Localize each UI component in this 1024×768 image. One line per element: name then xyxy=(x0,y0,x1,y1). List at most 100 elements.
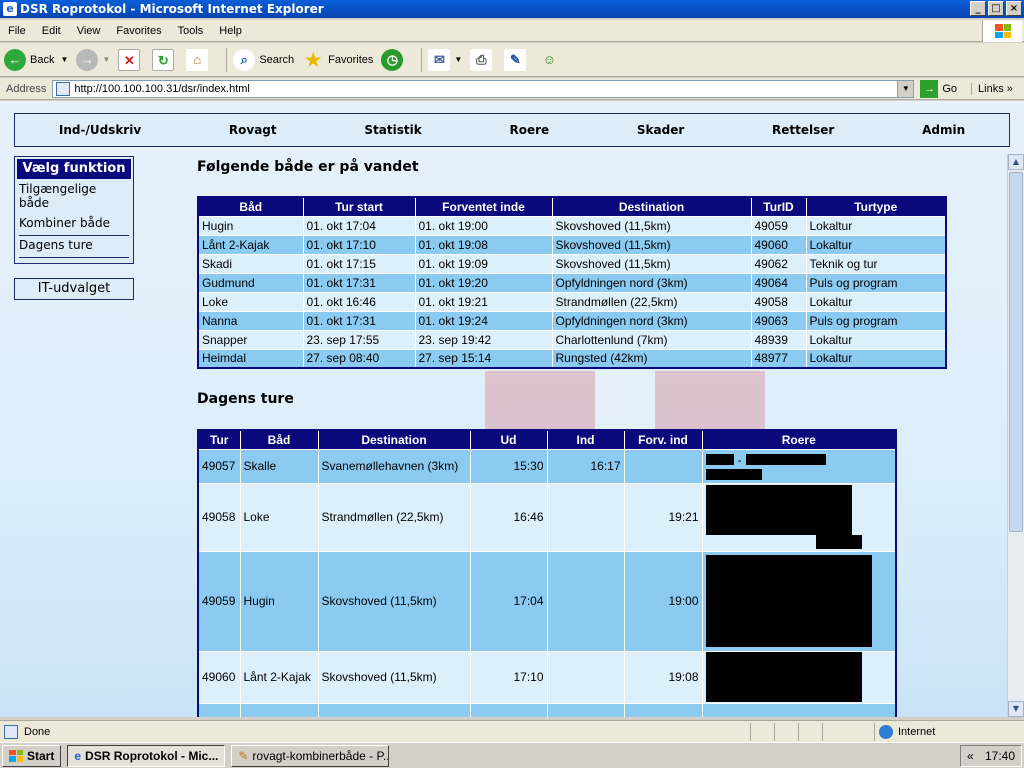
table-row[interactable]: Heimdal 27. sep 08:40 27. sep 15:14 Rungste… xyxy=(197,348,947,369)
sidebar-item-kombiner-baade[interactable]: Kombiner både xyxy=(15,213,133,233)
table-row[interactable]: 49057 Skalle Svanemøllehavnen (3km) 15:3… xyxy=(197,448,897,484)
menu-view[interactable]: View xyxy=(69,25,109,37)
search-button[interactable]: ⌕ Search xyxy=(233,48,294,71)
todays-trips-title: Dagens ture xyxy=(197,391,294,407)
cell: Lokaltur xyxy=(805,215,947,236)
table-row[interactable]: 49059 Hugin Skovshoved (11,5km) 17:04 19… xyxy=(197,550,897,652)
print-button[interactable]: ⎙ xyxy=(470,48,496,71)
minimize-button[interactable]: _ xyxy=(970,1,986,16)
cell: 01. okt 19:00 xyxy=(414,215,553,236)
scroll-down-arrow-icon[interactable]: ▼ xyxy=(1008,701,1024,717)
refresh-button[interactable]: ↻ xyxy=(152,48,178,71)
table-row[interactable]: Gudmund 01. okt 17:31 01. okt 19:20 Opfyldn… xyxy=(197,272,947,293)
forward-dropdown-icon[interactable]: ▼ xyxy=(102,55,110,64)
tray-expand-icon[interactable]: « xyxy=(967,749,974,763)
taskbar-item-ie[interactable]: e DSR Roprotokol - Mic... xyxy=(67,744,226,767)
go-button[interactable]: → Go xyxy=(920,79,957,98)
table-row[interactable]: Skadi 01. okt 17:15 01. okt 19:09 Skovshove… xyxy=(197,253,947,274)
edit-icon: ✎ xyxy=(504,48,527,71)
refresh-icon: ↻ xyxy=(152,48,175,71)
cell: 16:46 xyxy=(469,482,548,552)
forward-button[interactable]: → ▼ xyxy=(76,48,110,71)
address-bar: Address http://100.100.100.31/dsr/index.… xyxy=(0,78,1024,100)
col-baad: Båd xyxy=(239,429,319,450)
page-done-icon xyxy=(4,724,18,739)
table-row[interactable]: Hugin 01. okt 17:04 01. okt 19:00 Skovshove… xyxy=(197,215,947,236)
nav-statistik[interactable]: Statistik xyxy=(364,123,421,137)
favorites-button[interactable]: ★ Favorites xyxy=(302,49,373,71)
table-row[interactable]: Nanna 01. okt 17:31 01. okt 19:24 Opfyldnin… xyxy=(197,310,947,331)
cell: Rungsted (42km) xyxy=(551,348,752,369)
paint-icon: ✎ xyxy=(238,748,249,763)
stop-button[interactable]: ✕ xyxy=(118,48,144,71)
status-text: Done xyxy=(24,725,51,738)
back-label: Back xyxy=(30,53,55,66)
boats-on-water-table: Båd Tur start Forventet inde Destination… xyxy=(197,196,947,369)
cell xyxy=(546,482,625,552)
back-dropdown-icon[interactable]: ▼ xyxy=(60,55,68,64)
table-row[interactable] xyxy=(197,702,897,717)
vertical-scrollbar[interactable]: ▲ ▼ xyxy=(1007,154,1024,717)
table-row[interactable]: 49058 Loke Strandmøllen (22,5km) 16:46 1… xyxy=(197,482,897,552)
cell: Puls og program xyxy=(805,310,947,331)
sidebar-item-dagens-ture[interactable]: Dagens ture xyxy=(15,238,133,255)
cell: Skadi xyxy=(197,253,304,274)
rowers-cell xyxy=(701,550,897,652)
toolbar-separator xyxy=(421,47,423,72)
status-bar: Done Internet xyxy=(0,720,1024,742)
start-button[interactable]: Start xyxy=(2,744,62,767)
toolbar-separator xyxy=(226,47,228,72)
col-baad: Båd xyxy=(197,196,304,217)
messenger-icon: ☺ xyxy=(542,51,556,67)
cell: 27. sep 15:14 xyxy=(414,348,553,369)
cell: Skovshoved (11,5km) xyxy=(551,234,752,255)
history-button[interactable]: ◷ xyxy=(381,48,407,71)
nav-rettelser[interactable]: Rettelser xyxy=(772,123,834,137)
maximize-button[interactable]: □ xyxy=(988,1,1004,16)
close-button[interactable]: × xyxy=(1006,1,1022,16)
table-row[interactable]: Loke 01. okt 16:46 01. okt 19:21 Strandmøll… xyxy=(197,291,947,312)
table-row[interactable]: Lånt 2-Kajak 01. okt 17:10 01. okt 19:08 Sk… xyxy=(197,234,947,255)
rowers-cell xyxy=(701,482,897,552)
redacted-name xyxy=(705,454,734,465)
address-dropdown-icon[interactable]: ▼ xyxy=(897,80,914,97)
ie-icon: e xyxy=(74,748,82,763)
menu-file[interactable]: File xyxy=(0,25,34,37)
table-row[interactable]: Snapper 23. sep 17:55 23. sep 19:42 Charlot… xyxy=(197,329,947,350)
edit-button[interactable]: ✎ xyxy=(504,48,530,71)
it-udvalget-button[interactable]: IT-udvalget xyxy=(14,278,134,300)
address-input[interactable]: http://100.100.100.31/dsr/index.html ▼ xyxy=(52,79,915,98)
cell: 48939 xyxy=(750,329,807,350)
menu-favorites[interactable]: Favorites xyxy=(108,25,169,37)
mail-button[interactable]: ✉ ▼ xyxy=(428,48,462,71)
windows-logo xyxy=(982,20,1022,42)
menu-help[interactable]: Help xyxy=(211,25,250,37)
col-forv-ind: Forv. ind xyxy=(623,429,703,450)
status-cell xyxy=(774,722,798,741)
cell: Puls og program xyxy=(805,272,947,293)
cell: 01. okt 17:31 xyxy=(302,310,416,331)
nav-skader[interactable]: Skader xyxy=(637,123,684,137)
nav-admin[interactable]: Admin xyxy=(922,123,965,137)
cell: 49060 xyxy=(197,650,241,704)
printer-icon: ⎙ xyxy=(470,48,493,71)
menu-tools[interactable]: Tools xyxy=(170,25,212,37)
home-button[interactable]: ⌂ xyxy=(186,48,212,71)
back-button[interactable]: ← Back ▼ xyxy=(4,48,68,71)
taskbar-item-paint[interactable]: ✎ rovagt-kombinerbåde - P... xyxy=(231,744,390,767)
menu-edit[interactable]: Edit xyxy=(34,25,69,37)
nav-ind-udskriv[interactable]: Ind-/Udskriv xyxy=(59,123,141,137)
messenger-button[interactable]: ☺ xyxy=(538,49,564,71)
table-row[interactable]: 49060 Lånt 2-Kajak Skovshoved (11,5km) 1… xyxy=(197,650,897,704)
nav-rovagt[interactable]: Rovagt xyxy=(229,123,277,137)
redacted-name xyxy=(705,555,872,647)
divider xyxy=(19,257,129,258)
sidebar-item-tilgaengelige-baade[interactable]: Tilgængelige både xyxy=(15,179,133,213)
scroll-thumb[interactable] xyxy=(1009,172,1023,532)
links-button[interactable]: Links » xyxy=(971,82,1013,95)
redacted-name xyxy=(705,652,862,702)
mail-dropdown-icon[interactable]: ▼ xyxy=(454,55,462,64)
scroll-up-arrow-icon[interactable]: ▲ xyxy=(1008,154,1024,170)
nav-roere[interactable]: Roere xyxy=(509,123,549,137)
clock[interactable]: 17:40 xyxy=(985,749,1015,763)
